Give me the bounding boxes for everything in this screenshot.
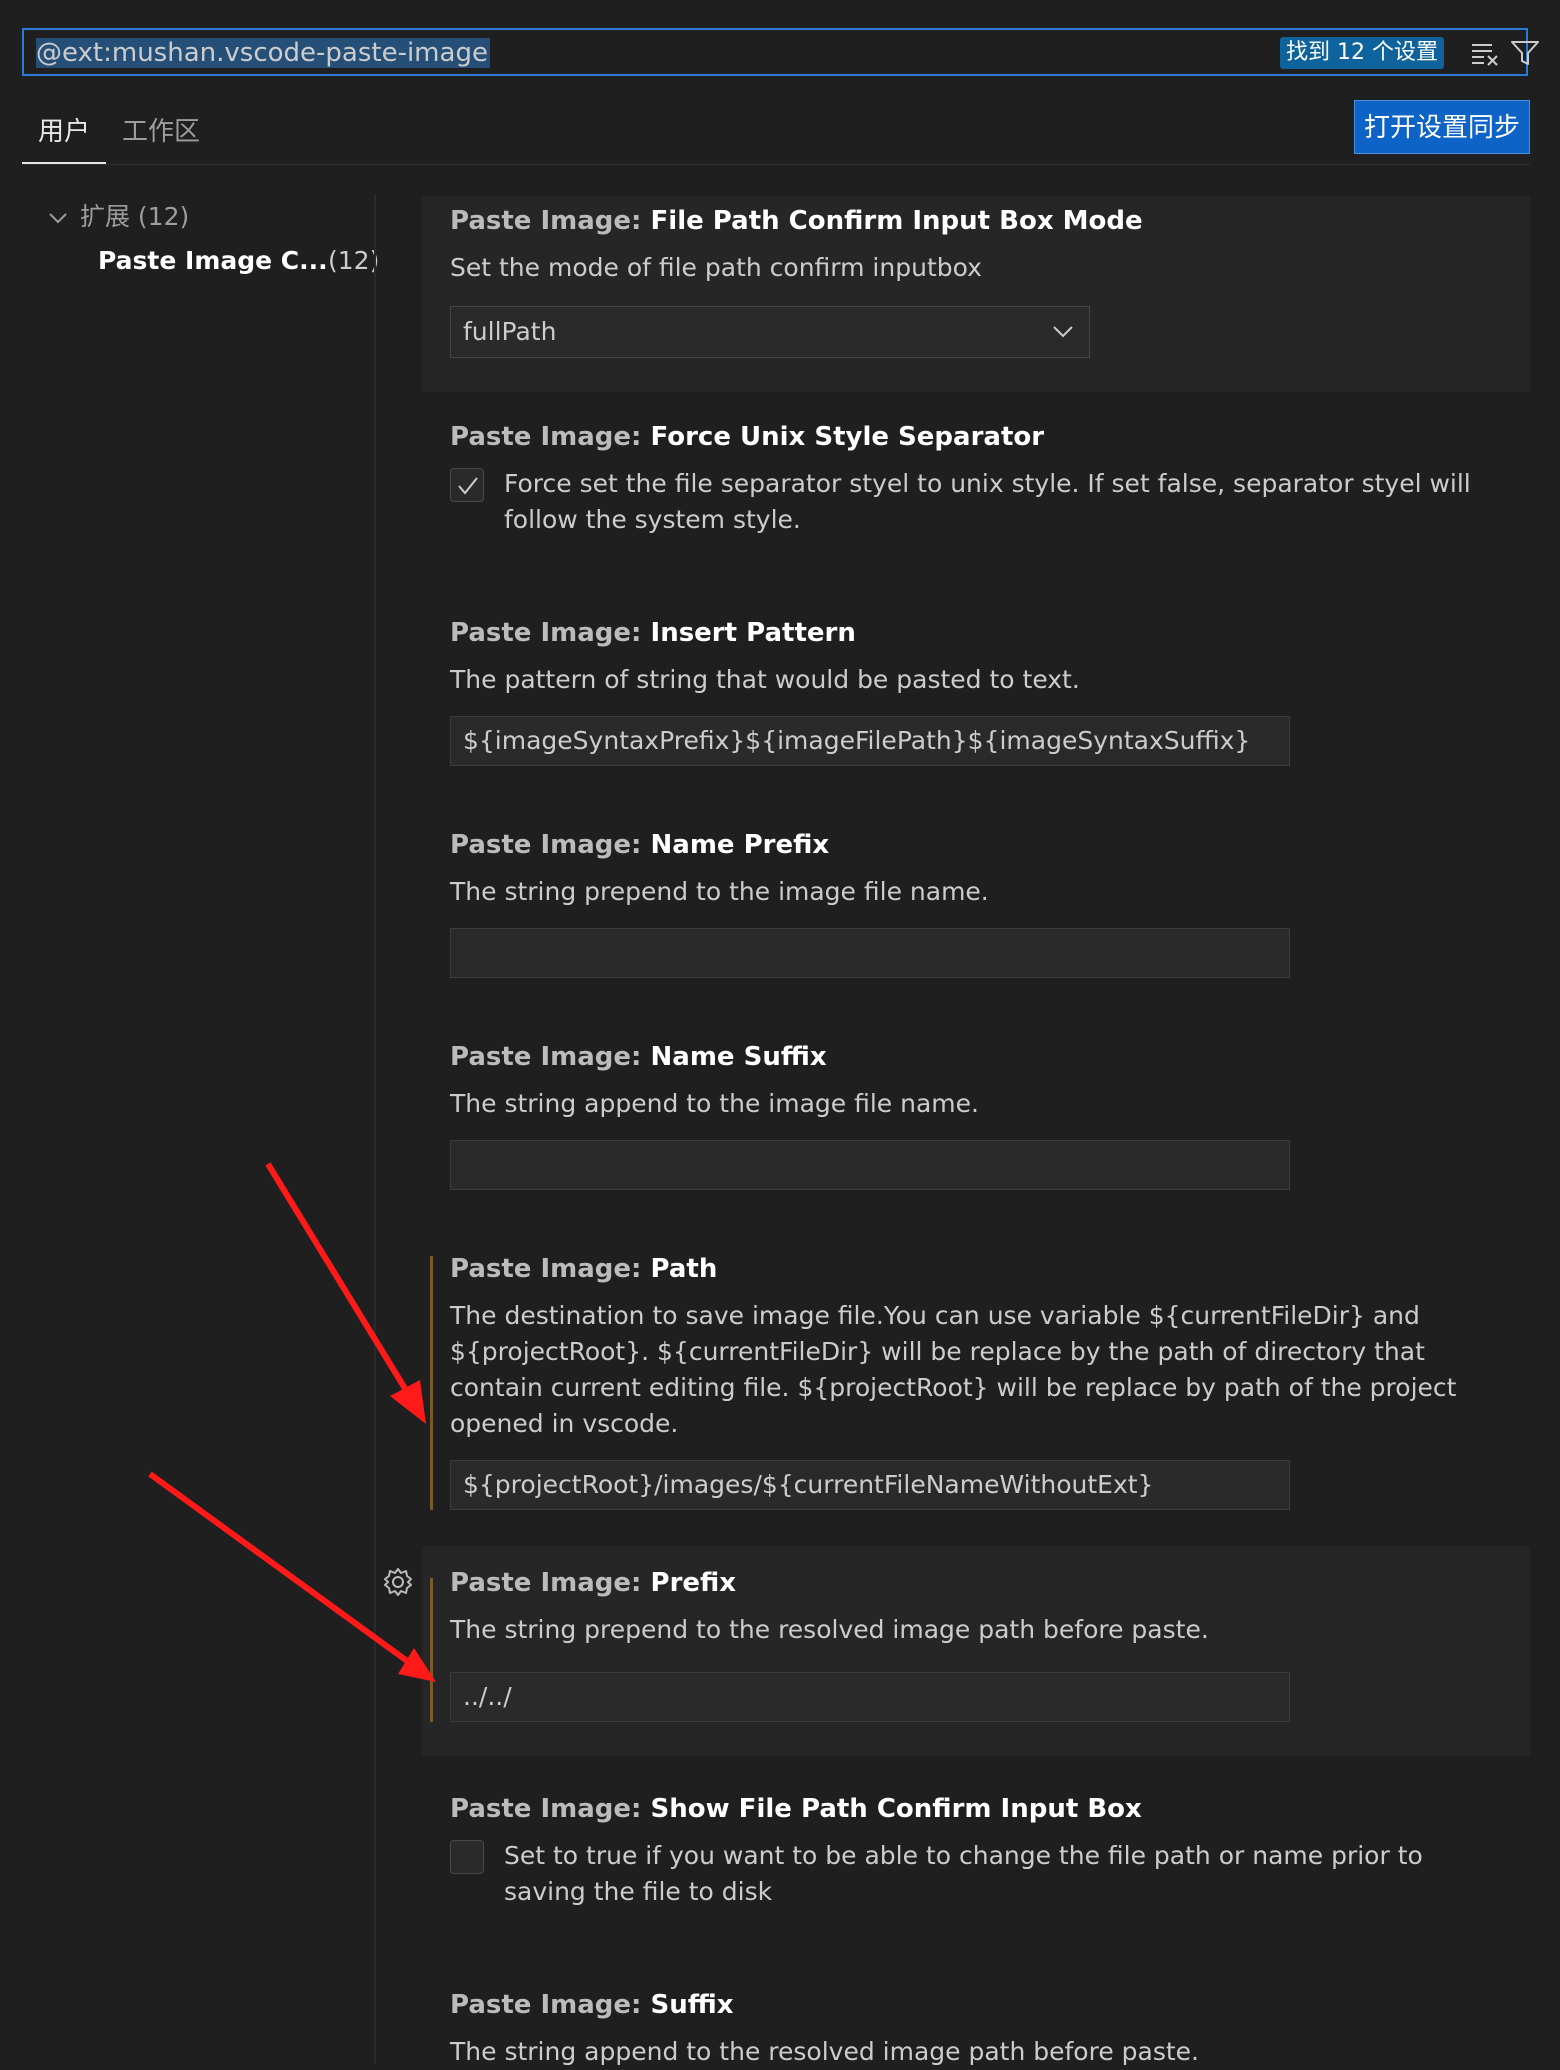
- filter-icon[interactable]: [1510, 39, 1540, 67]
- tab-user[interactable]: 用户: [38, 112, 90, 152]
- setting-description: The string prepend to the resolved image…: [450, 1615, 1209, 1644]
- tree-group-label: 扩展: [79, 202, 130, 231]
- chevron-down-icon: [1053, 326, 1073, 338]
- setting-title: Paste Image: Suffix: [450, 1990, 734, 2020]
- search-input[interactable]: @ext:mushan.vscode-paste-image: [36, 38, 490, 68]
- setting-description: The string append to the resolved image …: [450, 2037, 1199, 2066]
- setting-show-file-path-confirm-input-box: Paste Image: Show File Path Confirm Inpu…: [422, 1784, 1530, 1934]
- setting-title: Paste Image: Prefix: [450, 1568, 737, 1598]
- annotation-arrow: [265, 1162, 426, 1424]
- setting-title: Paste Image: File Path Confirm Input Box…: [450, 206, 1143, 236]
- setting-title: Paste Image: Show File Path Confirm Inpu…: [450, 1794, 1142, 1824]
- checkmark-icon: [458, 477, 478, 495]
- clear-filter-icon[interactable]: [1470, 40, 1500, 66]
- setting-file-path-confirm-input-box-mode: Paste Image: File Path Confirm Input Box…: [422, 196, 1530, 392]
- setting-suffix: Paste Image: Suffix The string append to…: [422, 1980, 1530, 2066]
- separator-checkbox[interactable]: [450, 468, 484, 502]
- setting-prefix: Paste Image: Prefix The string prepend t…: [422, 1546, 1530, 1756]
- confirm-input-box-checkbox[interactable]: [450, 1840, 484, 1874]
- mode-select[interactable]: fullPath: [450, 306, 1090, 358]
- setting-description: The destination to save image file.You c…: [450, 1301, 1457, 1438]
- tab-workspace[interactable]: 工作区: [122, 112, 200, 152]
- setting-insert-pattern: Paste Image: Insert Pattern The pattern …: [422, 608, 1530, 768]
- setting-description: The string append to the image file name…: [450, 1089, 979, 1118]
- tree-group-extensions[interactable]: 扩展 (12): [48, 200, 189, 234]
- setting-title: Paste Image: Name Suffix: [450, 1042, 827, 1072]
- setting-path: Paste Image: Path The destination to sav…: [422, 1244, 1530, 1514]
- name-suffix-input[interactable]: [450, 1140, 1290, 1190]
- prefix-input[interactable]: ../../: [450, 1672, 1290, 1722]
- select-value: fullPath: [463, 317, 557, 346]
- setting-description: Set the mode of file path confirm inputb…: [450, 253, 982, 282]
- name-prefix-input[interactable]: [450, 928, 1290, 978]
- setting-title: Paste Image: Name Prefix: [450, 830, 830, 860]
- path-input[interactable]: ${projectRoot}/images/${currentFileNameW…: [450, 1460, 1290, 1510]
- setting-title: Paste Image: Path: [450, 1254, 718, 1284]
- open-settings-sync-button[interactable]: 打开设置同步: [1354, 100, 1530, 154]
- tree-group-count: (12): [137, 202, 190, 231]
- setting-name-suffix: Paste Image: Name Suffix The string appe…: [422, 1032, 1530, 1192]
- tree-item-count: (12): [328, 246, 380, 275]
- setting-description: The string prepend to the image file nam…: [450, 877, 989, 906]
- setting-description: The pattern of string that would be past…: [450, 665, 1080, 694]
- tree-item-paste-image[interactable]: Paste Image C...: [98, 244, 328, 278]
- modified-indicator: [430, 1578, 433, 1722]
- checkbox-description: Set to true if you want to be able to ch…: [504, 1841, 1423, 1906]
- setting-force-unix-style-separator: Paste Image: Force Unix Style Separator …: [422, 412, 1530, 562]
- settings-search-box[interactable]: @ext:mushan.vscode-paste-image 找到 12 个设置: [22, 28, 1539, 76]
- chevron-down-icon: [48, 200, 72, 234]
- insert-pattern-input[interactable]: ${imageSyntaxPrefix}${imageFilePath}${im…: [450, 716, 1290, 766]
- checkbox-description: Force set the file separator styel to un…: [504, 469, 1471, 534]
- tabs-divider: [22, 164, 1530, 165]
- setting-name-prefix: Paste Image: Name Prefix The string prep…: [422, 820, 1530, 980]
- result-count-badge: 找到 12 个设置: [1280, 37, 1444, 69]
- setting-title: Paste Image: Insert Pattern: [450, 618, 856, 648]
- setting-title: Paste Image: Force Unix Style Separator: [450, 422, 1045, 452]
- sidebar-divider: [374, 194, 376, 2064]
- gear-icon[interactable]: [382, 1566, 414, 1598]
